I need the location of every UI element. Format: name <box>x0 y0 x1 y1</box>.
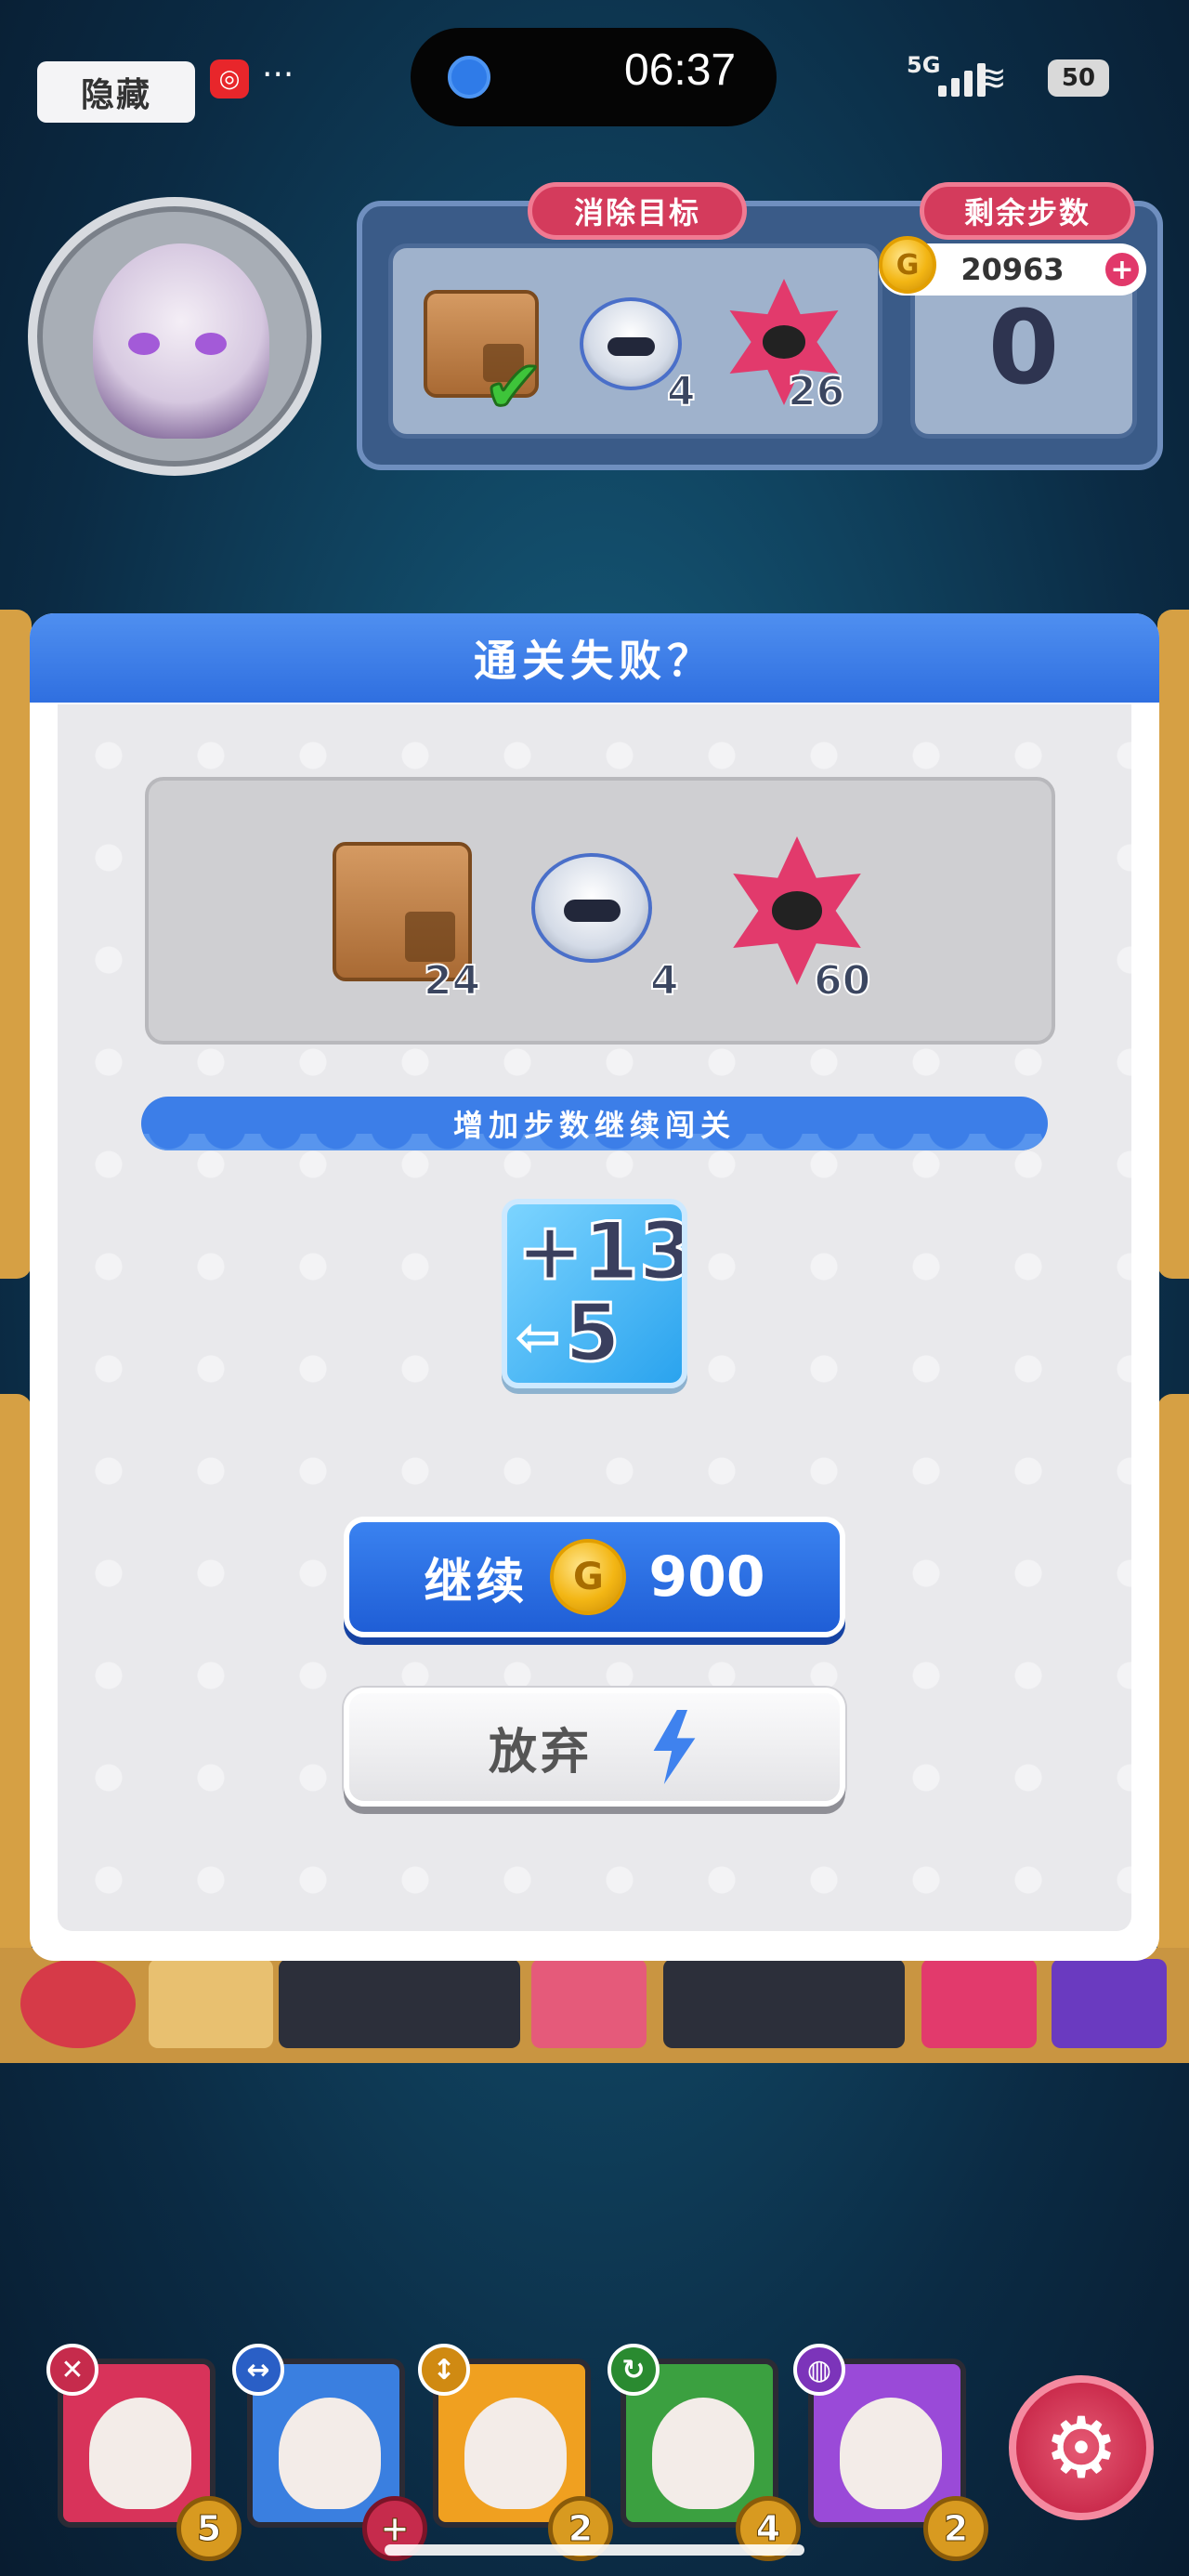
check-icon: ✔ <box>481 345 544 431</box>
goal-count: 60 <box>813 956 871 1005</box>
coin-icon: G <box>550 1539 627 1615</box>
bonus-moves-value: +13 <box>516 1205 687 1298</box>
avatar-character-image <box>93 243 269 439</box>
banner-text: 增加步数继续闯关 <box>452 1108 736 1143</box>
goal-count: 24 <box>423 956 481 1005</box>
continue-button[interactable]: 继续 G 900 <box>344 1517 845 1637</box>
character-portrait <box>464 2398 567 2509</box>
timer-icon <box>448 56 490 99</box>
character-portrait <box>652 2398 754 2509</box>
give-up-label: 放弃 <box>488 1724 593 1781</box>
add-moves-banner: 增加步数继续闯关 <box>141 1097 1048 1150</box>
goal-count: 26 <box>787 367 845 416</box>
battery-indicator: 50 <box>1048 59 1109 97</box>
continue-price: 900 <box>648 1544 765 1610</box>
refresh-icon: ↻ <box>608 2344 660 2396</box>
swap-vertical-icon: ↕ <box>418 2344 470 2396</box>
player-avatar[interactable] <box>28 197 321 476</box>
energy-bolt-icon <box>653 1710 696 1784</box>
bonus-moves-sub: 5 <box>564 1287 622 1380</box>
drop-icon: ◍ <box>793 2344 845 2396</box>
gear-icon: ⚙ <box>1043 2399 1119 2497</box>
network-label: 5G <box>907 52 941 78</box>
purple-character-tile <box>1052 1959 1167 2048</box>
continue-label: 继续 <box>424 1554 529 1610</box>
dark-tile <box>663 1959 905 2048</box>
arrow-tile <box>149 1959 273 2048</box>
netease-app-icon: ◎ <box>210 59 249 99</box>
character-portrait <box>279 2398 381 2509</box>
bonus-moves-card: +13 ⇦ 5 <box>502 1199 687 1388</box>
pink-tile <box>531 1959 647 2048</box>
moves-tab-label: 剩余步数 <box>920 182 1135 240</box>
character-portrait <box>840 2398 942 2509</box>
character-portrait <box>89 2398 191 2509</box>
coin-amount: 20963 <box>960 252 1065 287</box>
goal-count: 4 <box>649 956 680 1005</box>
status-time: 06:37 <box>624 46 737 95</box>
cross-icon: ✕ <box>46 2344 98 2396</box>
coin-icon: G <box>879 236 936 294</box>
character-level-badge: 5 <box>176 2496 242 2561</box>
board-frame-left <box>0 610 32 1279</box>
board-frame-right <box>1157 610 1189 1279</box>
dark-tile <box>279 1959 520 2048</box>
more-icon[interactable]: ··· <box>262 56 294 94</box>
arrow-left-icon: ⇦ <box>515 1305 562 1370</box>
wifi-icon: ≋ <box>977 58 1007 99</box>
dialog-title: 通关失败？ <box>30 613 1159 703</box>
pink-star-tile <box>921 1959 1037 2048</box>
robot-cat-icon <box>531 853 652 963</box>
goal-count: 4 <box>666 367 697 416</box>
swap-horizontal-icon: ↔ <box>232 2344 284 2396</box>
home-indicator[interactable] <box>385 2544 804 2556</box>
character-level-badge: 2 <box>923 2496 988 2561</box>
red-ghost-tile <box>20 1959 136 2048</box>
goals-tab-label: 消除目标 <box>528 182 747 240</box>
settings-button[interactable]: ⚙ <box>1009 2375 1154 2520</box>
give-up-button[interactable]: 放弃 <box>344 1688 845 1807</box>
hide-button[interactable]: 隐藏 <box>37 61 195 123</box>
add-coins-button[interactable]: + <box>1102 249 1143 290</box>
remaining-moves-value: 0 <box>987 288 1060 407</box>
